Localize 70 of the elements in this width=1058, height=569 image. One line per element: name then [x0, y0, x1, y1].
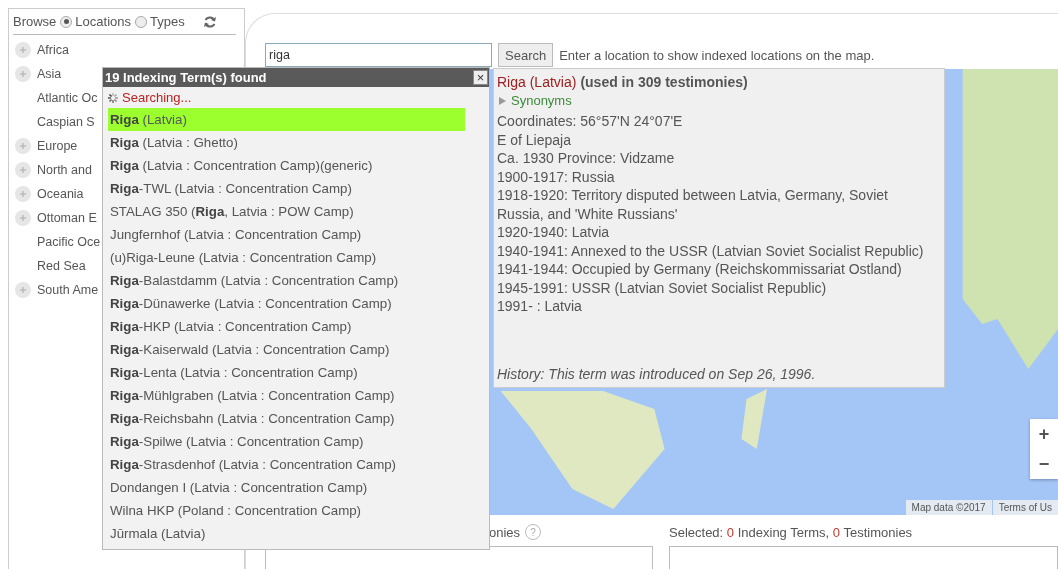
term-info-line: 1941-1944: Occupied by Germany (Reichskommissariat Ostland)	[497, 260, 903, 279]
result-item[interactable]: Riga-TWL (Latvia : Concentration Camp)	[108, 177, 465, 200]
term-info-line: Ca. 1930 Province: Vidzame	[497, 149, 676, 168]
result-item[interactable]: Riga-HKP (Latvia : Concentration Camp)	[108, 315, 465, 338]
result-item[interactable]: Riga (Latvia : Concentration Camp)(generic)	[108, 154, 465, 177]
result-item[interactable]: (u)Riga-Leune (Latvia : Concentration Camp)	[108, 246, 465, 269]
term-info-line: 1920-1940: Latvia	[497, 223, 611, 242]
result-item[interactable]: Dondangen I (Latvia : Concentration Camp)	[108, 476, 465, 499]
tree-item[interactable]: North and	[37, 163, 92, 177]
tree-item[interactable]: Atlantic Oc	[37, 91, 98, 105]
result-item[interactable]: Riga-Strasdenhof (Latvia : Concentration Camp)	[108, 453, 465, 476]
result-item[interactable]: Riga-Lenta (Latvia : Concentration Camp)	[108, 361, 465, 384]
term-info-line: 1991- : Latvia	[497, 297, 583, 316]
zoom-out-button[interactable]: −	[1030, 449, 1058, 479]
search-field[interactable]: riga	[265, 43, 492, 67]
expand-triangle-icon[interactable]	[497, 95, 507, 106]
result-item[interactable]: Riga-Reichsbahn (Latvia : Concentration Camp)	[108, 407, 465, 430]
expand-icon[interactable]	[15, 138, 31, 154]
terms-link[interactable]: Terms of Us	[992, 500, 1058, 515]
result-item[interactable]: Riga-Dünawerke (Latvia : Concentration Camp)	[108, 292, 465, 315]
searching-status: Searching...	[122, 90, 192, 105]
expand-icon[interactable]	[15, 186, 31, 202]
search-button[interactable]: Search	[498, 43, 554, 67]
result-item[interactable]: Riga (Latvia)	[108, 108, 465, 131]
term-info-line: 1945-1991: USSR (Latvian Soviet Socialist Republic)	[497, 278, 828, 297]
map-attribution: Map data ©2017	[905, 500, 992, 515]
term-name: Riga (Latvia)	[497, 74, 577, 90]
tree-item[interactable]: South Ame	[37, 283, 99, 297]
tree-item[interactable]: Asia	[37, 67, 62, 81]
results-title: 19 Indexing Term(s) found	[105, 70, 267, 85]
expand-icon[interactable]	[15, 162, 31, 178]
result-item[interactable]: Riga-Balastdamm (Latvia : Concentration Camp)	[108, 269, 465, 292]
term-info-line: 1940-1941: Annexed to the USSR (Latvian Soviet Socialist Republic)	[497, 241, 925, 260]
result-item[interactable]: Jūrmala (Latvia)	[108, 522, 465, 545]
expand-icon[interactable]	[15, 66, 31, 82]
usage-count: (used in 309 testimonies)	[580, 74, 748, 90]
expand-icon[interactable]	[15, 282, 31, 298]
refresh-icon[interactable]	[202, 14, 217, 29]
tree-item[interactable]: Pacific Oce	[37, 235, 101, 249]
panel-title: onies	[489, 524, 521, 540]
result-item[interactable]: Jungfernhof (Latvia : Concentration Camp)	[108, 223, 465, 246]
browse-option[interactable]: Locations	[60, 14, 131, 29]
expand-icon[interactable]	[15, 42, 31, 58]
result-item[interactable]: Wilna HKP (Poland : Concentration Camp)	[108, 499, 465, 522]
tree-item[interactable]: Caspian S	[37, 115, 95, 129]
term-info-line: 1918-1920: Territory disputed between Latvia, Germany, Soviet Russia, and 'White Russians'	[497, 186, 889, 223]
selected-summary: Selected: 0 Indexing Terms, 0 Testimonies	[669, 524, 913, 540]
zoom-in-button[interactable]: +	[1030, 419, 1058, 449]
expand-icon[interactable]	[15, 210, 31, 226]
close-button[interactable]: ×	[473, 70, 488, 85]
tree-item[interactable]: Ottoman E	[37, 211, 97, 225]
term-info-line: E of Liepaja	[497, 130, 572, 149]
result-item[interactable]: Riga-Spilwe (Latvia : Concentration Camp)	[108, 430, 465, 453]
tree-item[interactable]: Red Sea	[37, 259, 86, 273]
term-history: History: This term was introduced on Sep 26, 1996.	[497, 366, 817, 382]
tree-item[interactable]: Africa	[37, 43, 69, 57]
result-item[interactable]: Riga (Latvia : Ghetto)	[108, 131, 465, 154]
loading-spinner-icon	[107, 91, 119, 104]
browse-label: Browse	[13, 14, 57, 29]
result-item[interactable]: Riga-Kaiserwald (Latvia : Concentration Camp)	[108, 338, 465, 361]
tree-item[interactable]: Europe	[37, 139, 78, 153]
search-hint: Enter a location to show indexed locations on the map.	[559, 47, 875, 63]
tree-item[interactable]: Oceania	[37, 187, 84, 201]
term-info-line: 1900-1917: Russia	[497, 167, 616, 186]
browse-option[interactable]: Types	[135, 14, 185, 29]
land-shape	[741, 389, 768, 449]
synonyms-toggle[interactable]: Synonyms	[497, 93, 572, 108]
result-item[interactable]: Riga-Mühlgraben (Latvia : Concentration Camp)	[108, 384, 465, 407]
result-item[interactable]: STALAG 350 (Riga, Latvia : POW Camp)	[108, 200, 465, 223]
term-info-line: Coordinates: 56°57'N 24°07'E	[497, 112, 684, 131]
